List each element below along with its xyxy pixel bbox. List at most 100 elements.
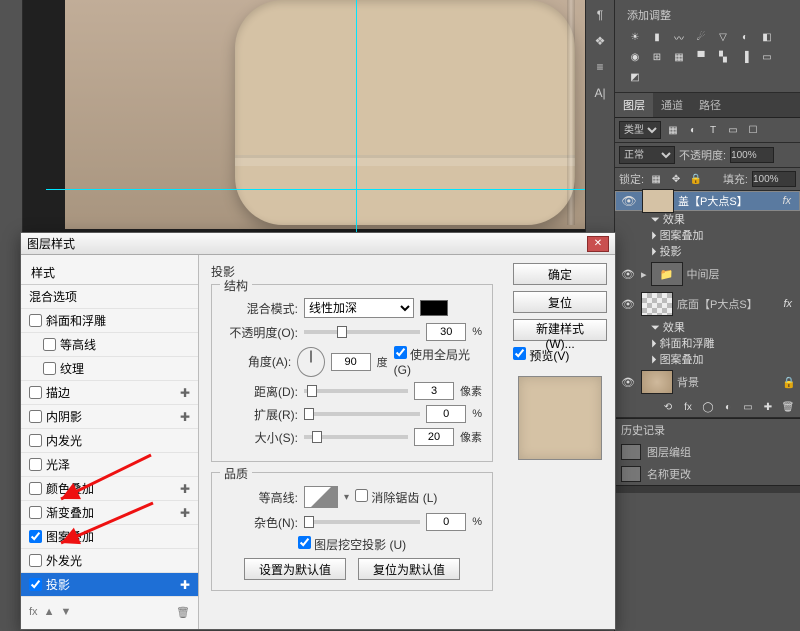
- adjust-threshold-icon[interactable]: ▐: [737, 50, 753, 64]
- dialog-titlebar[interactable]: 图层样式 ✕: [21, 233, 615, 255]
- add-effect-icon[interactable]: ✚: [180, 410, 190, 424]
- guide-vertical[interactable]: [356, 0, 357, 232]
- adjust-lookup-icon[interactable]: ▦: [671, 50, 687, 64]
- add-effect-icon[interactable]: ✚: [180, 386, 190, 400]
- spread-slider[interactable]: [304, 412, 420, 416]
- filter-smart-icon[interactable]: ☐: [745, 123, 761, 137]
- new-group-icon[interactable]: ▭: [740, 400, 756, 414]
- style-item-color-overlay[interactable]: 颜色叠加✚: [21, 477, 198, 501]
- style-item-drop-shadow[interactable]: 投影✚: [21, 573, 198, 597]
- layer-row[interactable]: 👁 底面【P大点S】 fx: [615, 289, 800, 319]
- style-checkbox[interactable]: [29, 458, 42, 471]
- layer-thumb[interactable]: [641, 370, 673, 394]
- distance-input[interactable]: [414, 382, 454, 400]
- effect-item[interactable]: ⏵ 图案叠加: [615, 227, 800, 243]
- style-checkbox[interactable]: [29, 530, 42, 543]
- close-button[interactable]: ✕: [587, 236, 609, 252]
- adjust-channel-mixer-icon[interactable]: ⊞: [649, 50, 665, 64]
- fill-input[interactable]: [752, 171, 796, 187]
- size-slider[interactable]: [304, 435, 408, 439]
- style-item-contour[interactable]: 等高线: [21, 333, 198, 357]
- opacity-slider[interactable]: [304, 330, 420, 334]
- style-item-inner-shadow[interactable]: 内阴影✚: [21, 405, 198, 429]
- filter-pixel-icon[interactable]: ▦: [665, 123, 681, 137]
- layer-thumb[interactable]: [641, 292, 673, 316]
- adjust-photo-filter-icon[interactable]: ◉: [627, 50, 643, 64]
- opacity-input[interactable]: [426, 323, 466, 341]
- group-toggle-icon[interactable]: ▸: [641, 268, 647, 281]
- visibility-icon[interactable]: 👁: [619, 298, 637, 311]
- style-checkbox[interactable]: [29, 434, 42, 447]
- tool-icon[interactable]: ≡: [588, 56, 612, 78]
- blend-mode-select[interactable]: 正常: [619, 146, 675, 164]
- adjust-curves-icon[interactable]: 〰: [671, 30, 687, 44]
- opacity-input[interactable]: [730, 147, 774, 163]
- delete-layer-icon[interactable]: 🗑: [780, 400, 796, 414]
- layer-fx-icon[interactable]: fx: [680, 400, 696, 414]
- reset-default-button[interactable]: 复位为默认值: [358, 558, 460, 580]
- adjust-levels-icon[interactable]: ▮: [649, 30, 665, 44]
- style-item-inner-glow[interactable]: 内发光: [21, 429, 198, 453]
- layer-name[interactable]: 中间层: [687, 266, 796, 282]
- canvas-document[interactable]: [65, 0, 587, 229]
- style-item-satin[interactable]: 光泽: [21, 453, 198, 477]
- group-folder-icon[interactable]: 📁: [651, 262, 683, 286]
- tool-icon[interactable]: ¶: [588, 4, 612, 26]
- style-checkbox[interactable]: [29, 482, 42, 495]
- fx-menu-icon[interactable]: fx: [29, 606, 38, 619]
- tab-layers[interactable]: 图层: [615, 93, 653, 117]
- arrow-down-icon[interactable]: ▼: [60, 606, 71, 619]
- add-effect-icon[interactable]: ✚: [180, 578, 190, 592]
- antialias-checkbox[interactable]: [355, 489, 368, 502]
- contour-picker[interactable]: [304, 486, 338, 508]
- adjust-brightness-icon[interactable]: ☀: [627, 30, 643, 44]
- style-item-pattern-overlay[interactable]: 图案叠加: [21, 525, 198, 549]
- visibility-icon[interactable]: 👁: [619, 376, 637, 389]
- styles-header[interactable]: 样式: [21, 261, 198, 285]
- fx-badge[interactable]: fx: [778, 195, 795, 207]
- distance-slider[interactable]: [304, 389, 408, 393]
- guide-horizontal[interactable]: [46, 189, 608, 190]
- link-layers-icon[interactable]: ⟲: [660, 400, 676, 414]
- size-input[interactable]: [414, 428, 454, 446]
- layer-thumb[interactable]: [642, 189, 674, 213]
- lock-all-icon[interactable]: 🔒: [688, 172, 704, 186]
- cancel-button[interactable]: 复位: [513, 291, 607, 313]
- filter-shape-icon[interactable]: ▭: [725, 123, 741, 137]
- style-checkbox[interactable]: [29, 578, 42, 591]
- adjust-selective-icon[interactable]: ◩: [627, 70, 643, 84]
- visibility-icon[interactable]: 👁: [619, 268, 637, 281]
- style-checkbox[interactable]: [43, 338, 56, 351]
- filter-adjust-icon[interactable]: ◐: [685, 123, 701, 137]
- layer-name[interactable]: 底面【P大点S】: [677, 296, 775, 312]
- spread-input[interactable]: [426, 405, 466, 423]
- style-checkbox[interactable]: [29, 314, 42, 327]
- style-item-bevel[interactable]: 斜面和浮雕: [21, 309, 198, 333]
- tab-paths[interactable]: 路径: [691, 93, 729, 117]
- make-default-button[interactable]: 设置为默认值: [244, 558, 346, 580]
- noise-slider[interactable]: [304, 520, 420, 524]
- adjust-exposure-icon[interactable]: ☄: [693, 30, 709, 44]
- history-item[interactable]: 名称更改: [615, 463, 800, 485]
- add-effect-icon[interactable]: ✚: [180, 482, 190, 496]
- tool-icon[interactable]: A|: [588, 82, 612, 104]
- style-item-texture[interactable]: 纹理: [21, 357, 198, 381]
- filter-type-icon[interactable]: T: [705, 123, 721, 137]
- global-light-checkbox[interactable]: [394, 346, 407, 359]
- history-scrollbar[interactable]: [615, 485, 800, 493]
- layer-row[interactable]: 👁 ▸ 📁 中间层: [615, 259, 800, 289]
- style-checkbox[interactable]: [43, 362, 56, 375]
- effects-label[interactable]: ⏷ 效果: [615, 319, 800, 335]
- trash-icon[interactable]: 🗑: [176, 606, 190, 619]
- adjust-gradient-map-icon[interactable]: ▭: [759, 50, 775, 64]
- effect-item[interactable]: ⏵ 图案叠加: [615, 351, 800, 367]
- knockout-checkbox[interactable]: [298, 536, 311, 549]
- adjust-vibrance-icon[interactable]: ▽: [715, 30, 731, 44]
- new-style-button[interactable]: 新建样式(W)...: [513, 319, 607, 341]
- lock-position-icon[interactable]: ✥: [668, 172, 684, 186]
- arrow-up-icon[interactable]: ▲: [44, 606, 55, 619]
- style-checkbox[interactable]: [29, 410, 42, 423]
- lock-pixels-icon[interactable]: ▦: [648, 172, 664, 186]
- fx-badge[interactable]: fx: [779, 298, 796, 310]
- layer-row[interactable]: 👁 盖【P大点S】 fx: [615, 191, 800, 211]
